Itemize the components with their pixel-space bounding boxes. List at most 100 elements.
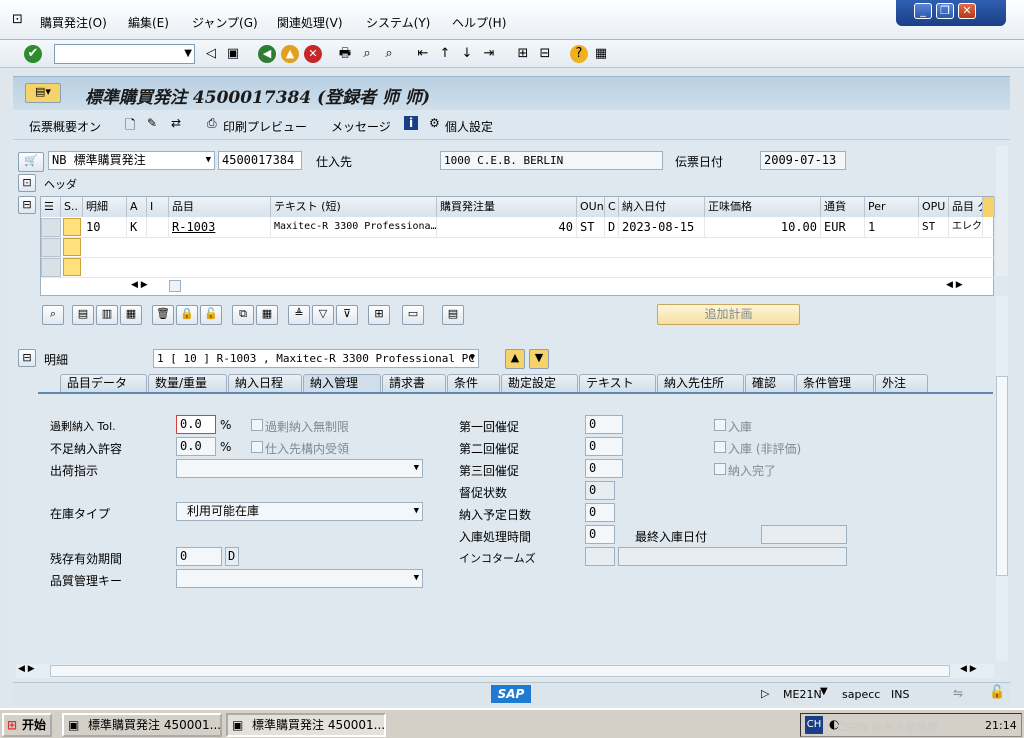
tab-condition-control[interactable]: 条件管理 (796, 374, 874, 392)
help-icon[interactable]: ? (570, 45, 588, 63)
row-selector[interactable] (41, 218, 61, 237)
lock-icon[interactable]: 🔓 (989, 685, 1005, 700)
col-item-category[interactable]: I (147, 197, 169, 217)
cancel-icon[interactable]: ✕ (304, 45, 322, 63)
cell-opu[interactable]: ST (919, 217, 949, 237)
delete-icon[interactable]: 🗑 (152, 305, 174, 325)
cell-material[interactable]: R-1003 (169, 217, 271, 237)
new-session-icon[interactable]: ⊞ (514, 45, 532, 63)
scroll-left-icon[interactable]: ◀ ▶ (131, 280, 148, 290)
item-overview-collapse-icon[interactable]: ⊟ (18, 196, 36, 214)
cell-material-group[interactable]: エレク (949, 217, 983, 237)
new-document-icon[interactable]: 🗋 (125, 116, 135, 138)
layout-icon[interactable]: ▭ (402, 305, 424, 325)
row-status-icon[interactable] (63, 218, 81, 236)
command-field[interactable]: ▼ (54, 44, 195, 64)
menu-purchase-order[interactable]: 購買発注(O) (40, 14, 107, 31)
print-preview-button[interactable]: 印刷プレビュー (223, 118, 307, 135)
cell-item[interactable]: 10 (83, 217, 127, 237)
last-page-icon[interactable]: ⇥ (480, 45, 498, 63)
col-date-category[interactable]: C (605, 197, 619, 217)
cell-account-assignment[interactable]: K (127, 217, 147, 237)
row-status-icon[interactable] (63, 238, 81, 256)
col-po-quantity[interactable]: 購買発注量 (437, 197, 577, 217)
cell-date-category[interactable]: D (605, 217, 619, 237)
scroll-thumb[interactable] (50, 665, 950, 677)
tab-material-data[interactable]: 品目データ (60, 374, 147, 392)
enter-icon[interactable]: ✔ (24, 45, 42, 63)
col-material-group[interactable]: 品目 グ (949, 197, 983, 217)
gr-non-valuated-checkbox[interactable] (714, 441, 726, 453)
document-icon[interactable]: ▤ (442, 305, 464, 325)
scroll-thumb[interactable] (169, 280, 181, 292)
details-icon[interactable]: ⌕ (42, 305, 64, 325)
overdelivery-tolerance-field[interactable]: 0.0 (176, 415, 216, 434)
cell-net-price[interactable]: 10.00 (705, 217, 821, 237)
exit-icon[interactable]: ▲ (281, 45, 299, 63)
window-menu-icon[interactable]: ⊡ (12, 12, 23, 27)
underdelivery-tolerance-field[interactable]: 0.0 (176, 437, 216, 456)
tab-conditions[interactable]: 条件 (447, 374, 500, 392)
cell-po-quantity[interactable]: 40 (437, 217, 577, 237)
menu-edit[interactable]: 編集(E) (128, 14, 169, 31)
table-vertical-scrollbar[interactable] (996, 146, 1008, 276)
filter-settings-icon[interactable]: ⊽ (336, 305, 358, 325)
scroll-right-icon[interactable]: ◀ ▶ (960, 664, 977, 674)
summary-on-button[interactable]: 伝票概要オン (29, 118, 101, 135)
cart-icon[interactable]: 🛒 (18, 152, 44, 172)
chevron-down-icon[interactable]: ▼ (820, 686, 828, 697)
remaining-shelf-life-field[interactable]: 0 (176, 547, 222, 566)
planned-delivery-days-field[interactable]: 0 (585, 503, 615, 522)
third-reminder-field[interactable]: 0 (585, 459, 623, 478)
cell-item-category[interactable] (147, 217, 169, 237)
scroll-thumb[interactable] (996, 376, 1008, 576)
shipping-instructions-dropdown[interactable]: ▼ (176, 459, 423, 478)
find-next-icon[interactable]: ⌕ (380, 45, 398, 63)
col-status[interactable]: S.. (61, 197, 83, 217)
save-icon[interactable]: ▣ (224, 45, 242, 63)
back-icon[interactable]: ◀ (258, 45, 276, 63)
unlimited-overdelivery-checkbox[interactable] (251, 419, 263, 431)
tab-delivery[interactable]: 納入管理 (303, 374, 381, 392)
goods-receipt-checkbox[interactable] (714, 419, 726, 431)
document-date-field[interactable]: 2009-07-13 (760, 151, 846, 170)
next-page-icon[interactable]: ↓ (458, 45, 476, 63)
cell-per[interactable]: 1 (865, 217, 919, 237)
taskbar-window-1[interactable]: ▣ 標準購買発注 450001... (62, 713, 222, 737)
close-icon[interactable]: ✕ (958, 3, 976, 19)
item-selector-dropdown[interactable]: 1 [ 10 ] R-1003 , Maxitec-R 3300 Profess… (153, 349, 479, 368)
filter-icon[interactable]: ▽ (312, 305, 334, 325)
scroll-left-icon[interactable]: ◀ ▶ (18, 664, 35, 674)
add-planning-button[interactable]: 追加計画 (657, 304, 800, 325)
vendor-field[interactable]: 1000 C.E.B. BERLIN (440, 151, 663, 170)
first-reminder-field[interactable]: 0 (585, 415, 623, 434)
tab-subcontracting[interactable]: 外注 (875, 374, 928, 392)
status-expand-icon[interactable]: ▷ (761, 687, 769, 700)
previous-item-icon[interactable]: ▲ (505, 349, 525, 369)
cell-delivery-date[interactable]: 2023-08-15 (619, 217, 705, 237)
detail-collapse-icon[interactable]: ⊟ (18, 349, 36, 367)
personal-settings-icon[interactable]: ⚙ (429, 116, 440, 130)
delivery-completed-checkbox[interactable] (714, 463, 726, 475)
po-number-field[interactable]: 4500017384 (218, 151, 302, 170)
input-language[interactable]: CH (805, 716, 823, 734)
previous-page-icon[interactable]: ↑ (436, 45, 454, 63)
col-item[interactable]: 明細 (83, 197, 127, 217)
cell-currency[interactable]: EUR (821, 217, 865, 237)
customize-layout-icon[interactable]: ▦ (592, 45, 610, 63)
menu-goto[interactable]: ジャンプ(G) (192, 14, 258, 31)
main-vertical-scrollbar[interactable] (996, 296, 1008, 661)
tab-delivery-address[interactable]: 納入先住所 (657, 374, 744, 392)
tab-quantity-weight[interactable]: 数量/重量 (148, 374, 227, 392)
row-selector[interactable] (41, 238, 61, 257)
row-selector[interactable] (41, 258, 61, 277)
row-status-icon[interactable] (63, 258, 81, 276)
col-account-assignment[interactable]: A (127, 197, 147, 217)
variant-icon[interactable]: ⊞ (368, 305, 390, 325)
col-short-text[interactable]: テキスト (短) (271, 197, 437, 217)
col-per[interactable]: Per (865, 197, 919, 217)
deselect-rows-icon[interactable]: ▥ (96, 305, 118, 325)
tab-confirmations[interactable]: 確認 (745, 374, 795, 392)
qm-control-key-dropdown[interactable]: ▼ (176, 569, 423, 588)
messages-button[interactable]: メッセージ (331, 118, 391, 135)
